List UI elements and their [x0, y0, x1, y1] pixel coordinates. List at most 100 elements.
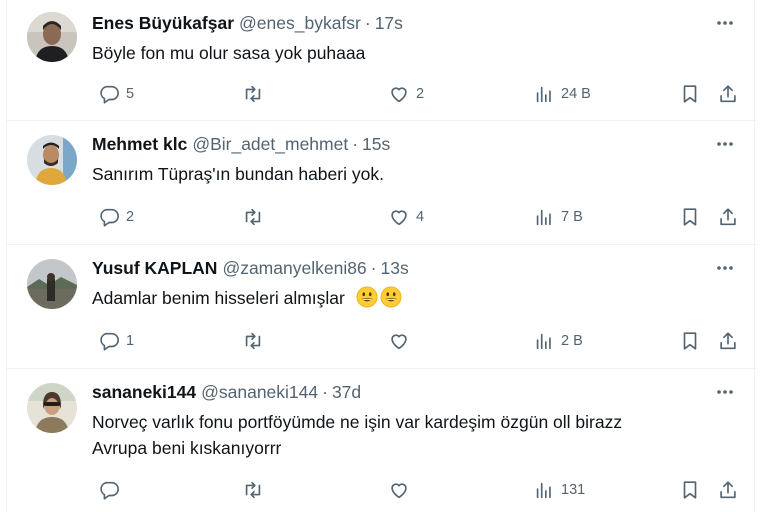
reply-count: 5 — [126, 86, 135, 102]
avatar[interactable] — [27, 12, 77, 62]
reply-icon — [100, 85, 119, 104]
views-count: 131 — [561, 482, 586, 498]
avatar[interactable] — [27, 259, 77, 309]
reply-icon — [100, 208, 119, 227]
retweet-button[interactable] — [242, 205, 270, 229]
share-icon — [720, 208, 736, 226]
views-button[interactable]: 131 — [533, 478, 585, 502]
views-count: 7 B — [561, 209, 583, 225]
tweet-text: Böyle fon mu olur sasa yok puhaaa — [92, 40, 732, 66]
tweet-text-line: Böyle fon mu olur sasa yok puhaaa — [92, 43, 366, 63]
bookmark-button[interactable] — [679, 82, 701, 106]
author-name[interactable]: sananeki144 — [92, 381, 196, 403]
tweet-text-content: Adamlar benim hisseleri almışlar — [92, 288, 345, 308]
tweet[interactable]: Yusuf KAPLAN @zamanyelkeni86 · 13s Adaml… — [7, 245, 756, 369]
bookmark-icon — [683, 481, 697, 499]
separator-dot: · — [364, 13, 371, 33]
reply-icon — [100, 481, 119, 500]
retweet-icon — [245, 85, 261, 103]
views-icon — [536, 482, 551, 499]
bookmark-icon — [683, 85, 697, 103]
views-button[interactable]: 2 B — [533, 329, 583, 353]
separator-dot: · — [352, 134, 359, 154]
share-icon — [720, 85, 736, 103]
share-button[interactable] — [717, 82, 739, 106]
separator-dot: · — [370, 258, 377, 278]
author-handle[interactable]: @zamanyelkeni86 — [222, 257, 366, 279]
separator-dot: · — [322, 382, 328, 402]
views-icon — [536, 333, 551, 350]
more-options-button[interactable] — [714, 381, 736, 403]
tweet-text: Adamlar benim hisseleri almışlar — [92, 285, 732, 311]
like-button[interactable] — [388, 478, 416, 502]
like-icon — [391, 334, 407, 350]
timeline-feed: Enes Büyükafşar @enes_bykafsr · 17s Böyl… — [6, 0, 756, 512]
like-icon — [391, 210, 407, 226]
more-options-button[interactable] — [714, 257, 736, 279]
retweet-button[interactable] — [242, 478, 270, 502]
like-button[interactable]: 2 — [388, 82, 424, 106]
tweet-text-line: Avrupa beni kıskanıyorrr — [92, 438, 282, 458]
tweet-actions: 131 — [92, 478, 742, 502]
author-name[interactable]: Mehmet klc — [92, 133, 187, 155]
author-handle[interactable]: @Bir_adet_mehmet — [192, 133, 348, 155]
more-icon — [717, 266, 733, 270]
bookmark-button[interactable] — [679, 205, 701, 229]
author-handle[interactable]: @sananeki144 — [201, 381, 318, 403]
retweet-icon — [245, 208, 261, 226]
tweet-text-line: Norveç varlık fonu portföyümde ne işin v… — [92, 412, 623, 432]
reply-count: 2 — [126, 209, 135, 225]
tweet-actions: 1 2 B — [92, 329, 742, 353]
author-name[interactable]: Enes Büyükafşar — [92, 12, 234, 34]
views-button[interactable]: 7 B — [533, 205, 583, 229]
retweet-icon — [245, 332, 261, 350]
tweet-text-line: Adamlar benim hisseleri almışlar — [92, 285, 732, 311]
more-icon — [717, 142, 733, 146]
retweet-button[interactable] — [242, 82, 270, 106]
tweet-time[interactable]: 13s — [381, 257, 409, 279]
reply-button[interactable]: 2 — [98, 205, 134, 229]
bookmark-button[interactable] — [679, 329, 701, 353]
tweet-text-line: Sanırım Tüpraş'ın bundan haberi yok. — [92, 164, 384, 184]
like-button[interactable]: 4 — [388, 205, 424, 229]
retweet-button[interactable] — [242, 329, 270, 353]
tweet-actions: 2 4 7 B — [92, 205, 742, 229]
like-count: 4 — [416, 209, 425, 225]
more-options-button[interactable] — [714, 133, 736, 155]
reply-icon — [100, 332, 119, 351]
like-count: 2 — [416, 86, 425, 102]
grinning-face-emoji — [380, 286, 402, 308]
views-count: 24 B — [561, 86, 591, 102]
tweet-time[interactable]: 37d — [332, 381, 361, 403]
share-button[interactable] — [717, 329, 739, 353]
tweet[interactable]: sananeki144 @sananeki144 · 37d Norveç va… — [7, 369, 756, 512]
views-button[interactable]: 24 B — [533, 82, 591, 106]
reply-button[interactable]: 5 — [98, 82, 134, 106]
tweet-text: Norveç varlık fonu portföyümde ne işin v… — [92, 409, 732, 461]
bookmark-button[interactable] — [679, 478, 701, 502]
tweet-time[interactable]: 15s — [362, 133, 390, 155]
more-options-button[interactable] — [714, 12, 736, 34]
bookmark-icon — [683, 208, 697, 226]
tweet[interactable]: Enes Büyükafşar @enes_bykafsr · 17s Böyl… — [7, 0, 756, 121]
share-icon — [720, 332, 736, 350]
avatar[interactable] — [27, 383, 77, 433]
share-button[interactable] — [717, 205, 739, 229]
tweet-time[interactable]: 17s — [375, 12, 403, 34]
share-icon — [720, 481, 736, 499]
tweet-actions: 5 2 24 B — [92, 82, 742, 106]
tweet[interactable]: Mehmet klc @Bir_adet_mehmet · 15s Sanırı… — [7, 121, 756, 245]
tweet-text: Sanırım Tüpraş'ın bundan haberi yok. — [92, 161, 732, 187]
reply-button[interactable] — [98, 478, 126, 502]
views-icon — [536, 86, 551, 103]
reply-button[interactable]: 1 — [98, 329, 134, 353]
avatar[interactable] — [27, 135, 77, 185]
tweet-header: sananeki144 @sananeki144 · 37d — [92, 381, 361, 403]
author-handle[interactable]: @enes_bykafsr — [239, 12, 361, 34]
views-count: 2 B — [561, 333, 583, 349]
like-button[interactable] — [388, 329, 416, 353]
bookmark-icon — [683, 332, 697, 350]
share-button[interactable] — [717, 478, 739, 502]
author-name[interactable]: Yusuf KAPLAN — [92, 257, 217, 279]
like-icon — [391, 483, 407, 499]
